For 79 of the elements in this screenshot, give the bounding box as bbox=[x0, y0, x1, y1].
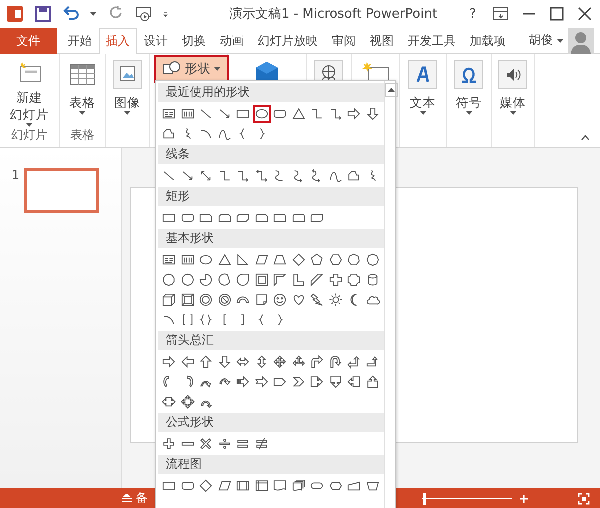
zoom-slider-thumb[interactable] bbox=[422, 492, 426, 504]
caret-icon bbox=[214, 67, 221, 71]
ribbon-tab[interactable]: 开始 bbox=[61, 28, 99, 54]
notched-right-arrow-icon[interactable] bbox=[252, 373, 270, 391]
speaker-icon bbox=[498, 60, 528, 90]
ribbon-options-icon[interactable] bbox=[492, 5, 510, 23]
fit-to-window-icon[interactable] bbox=[578, 492, 590, 504]
section-header: 公式形状 bbox=[158, 413, 384, 432]
caret-icon bbox=[420, 111, 426, 115]
group-label: 表格 bbox=[70, 127, 94, 144]
quad-arrow-icon[interactable] bbox=[271, 353, 289, 371]
caret-icon bbox=[510, 111, 516, 115]
omega-icon bbox=[454, 60, 484, 90]
quad-arrow-callout-icon[interactable] bbox=[178, 393, 196, 411]
close-icon[interactable] bbox=[576, 5, 594, 23]
ribbon-tab[interactable]: 加载项 bbox=[463, 28, 513, 54]
right-arrow-icon[interactable] bbox=[160, 353, 178, 371]
caret-icon bbox=[466, 111, 472, 115]
scroll-up-icon[interactable] bbox=[385, 83, 398, 97]
notes-button[interactable]: 备 bbox=[136, 490, 148, 507]
save-icon[interactable] bbox=[34, 5, 52, 23]
pie-icon[interactable] bbox=[197, 271, 215, 289]
chord-icon[interactable] bbox=[216, 271, 234, 289]
account-caret-icon bbox=[557, 38, 564, 42]
symbol-button[interactable]: 符号 bbox=[456, 94, 482, 111]
section-header: 基本形状 bbox=[158, 229, 384, 248]
up-arrow-icon[interactable] bbox=[197, 353, 215, 371]
ribbon-tab[interactable]: 插入 bbox=[99, 28, 137, 54]
ribbon-tab[interactable]: 设计 bbox=[137, 28, 175, 54]
zoom-in-icon[interactable] bbox=[518, 492, 530, 504]
ribbon-tab[interactable]: 开发工具 bbox=[401, 28, 463, 54]
cube-icon[interactable] bbox=[160, 291, 178, 309]
window-title: 演示文稿1 - Microsoft PowerPoint bbox=[228, 6, 439, 23]
section-header: 流程图 bbox=[158, 455, 384, 474]
slideshow-icon[interactable] bbox=[135, 5, 153, 23]
text-icon bbox=[408, 60, 438, 90]
new-slide-button[interactable]: 新建 bbox=[16, 89, 42, 106]
section-header: 最近使用的形状 bbox=[158, 83, 384, 102]
undo-caret-icon bbox=[90, 12, 97, 16]
section-header: 矩形 bbox=[158, 187, 384, 206]
decagon-icon[interactable] bbox=[160, 271, 178, 289]
ribbon-tab[interactable]: 视图 bbox=[363, 28, 401, 54]
new-slide-button[interactable]: 幻灯片 bbox=[10, 106, 49, 123]
ribbon-tab[interactable]: 幻灯片放映 bbox=[251, 28, 325, 54]
sun-icon[interactable] bbox=[326, 291, 344, 309]
ribbon-tab[interactable]: 动画 bbox=[213, 28, 251, 54]
account-name[interactable]: 胡俊 bbox=[529, 32, 553, 49]
donut-icon[interactable] bbox=[197, 291, 215, 309]
slide-thumbnail[interactable] bbox=[24, 168, 99, 213]
app-logo-icon bbox=[6, 5, 24, 23]
smiley-icon[interactable] bbox=[271, 291, 289, 309]
text-button[interactable]: 文本 bbox=[410, 94, 436, 111]
slide-number: 1 bbox=[12, 168, 20, 182]
table-button[interactable]: 表格 bbox=[70, 94, 96, 111]
ribbon-tab[interactable]: 审阅 bbox=[325, 28, 363, 54]
maximize-icon[interactable] bbox=[548, 5, 566, 23]
right-arrow-icon[interactable] bbox=[345, 105, 363, 123]
undo-icon[interactable] bbox=[62, 5, 80, 23]
collapse-ribbon-icon[interactable] bbox=[581, 135, 590, 141]
caret-icon bbox=[124, 111, 131, 115]
striped-right-arrow-icon[interactable] bbox=[234, 373, 252, 391]
diamond-icon[interactable] bbox=[197, 477, 215, 495]
lightning-icon[interactable] bbox=[308, 291, 326, 309]
plaque-icon[interactable] bbox=[345, 271, 363, 289]
image-button[interactable]: 图像 bbox=[114, 94, 140, 111]
media-button[interactable]: 媒体 bbox=[500, 94, 526, 111]
file-tab[interactable]: 文件 bbox=[0, 28, 57, 54]
teardrop-icon[interactable] bbox=[234, 271, 252, 289]
section-header: 线条 bbox=[158, 145, 384, 164]
ribbon-tab[interactable]: 切换 bbox=[175, 28, 213, 54]
help-button[interactable]: ? bbox=[464, 6, 482, 22]
notes-icon[interactable] bbox=[122, 494, 132, 504]
caret-icon bbox=[26, 123, 33, 127]
group-label: 幻灯片 bbox=[12, 127, 48, 144]
half-frame-icon[interactable] bbox=[271, 271, 289, 289]
section-header: 箭头总汇 bbox=[158, 331, 384, 350]
caret-icon bbox=[79, 111, 86, 115]
diagonal-stripe-icon[interactable] bbox=[308, 271, 326, 289]
image-icon bbox=[112, 60, 142, 90]
